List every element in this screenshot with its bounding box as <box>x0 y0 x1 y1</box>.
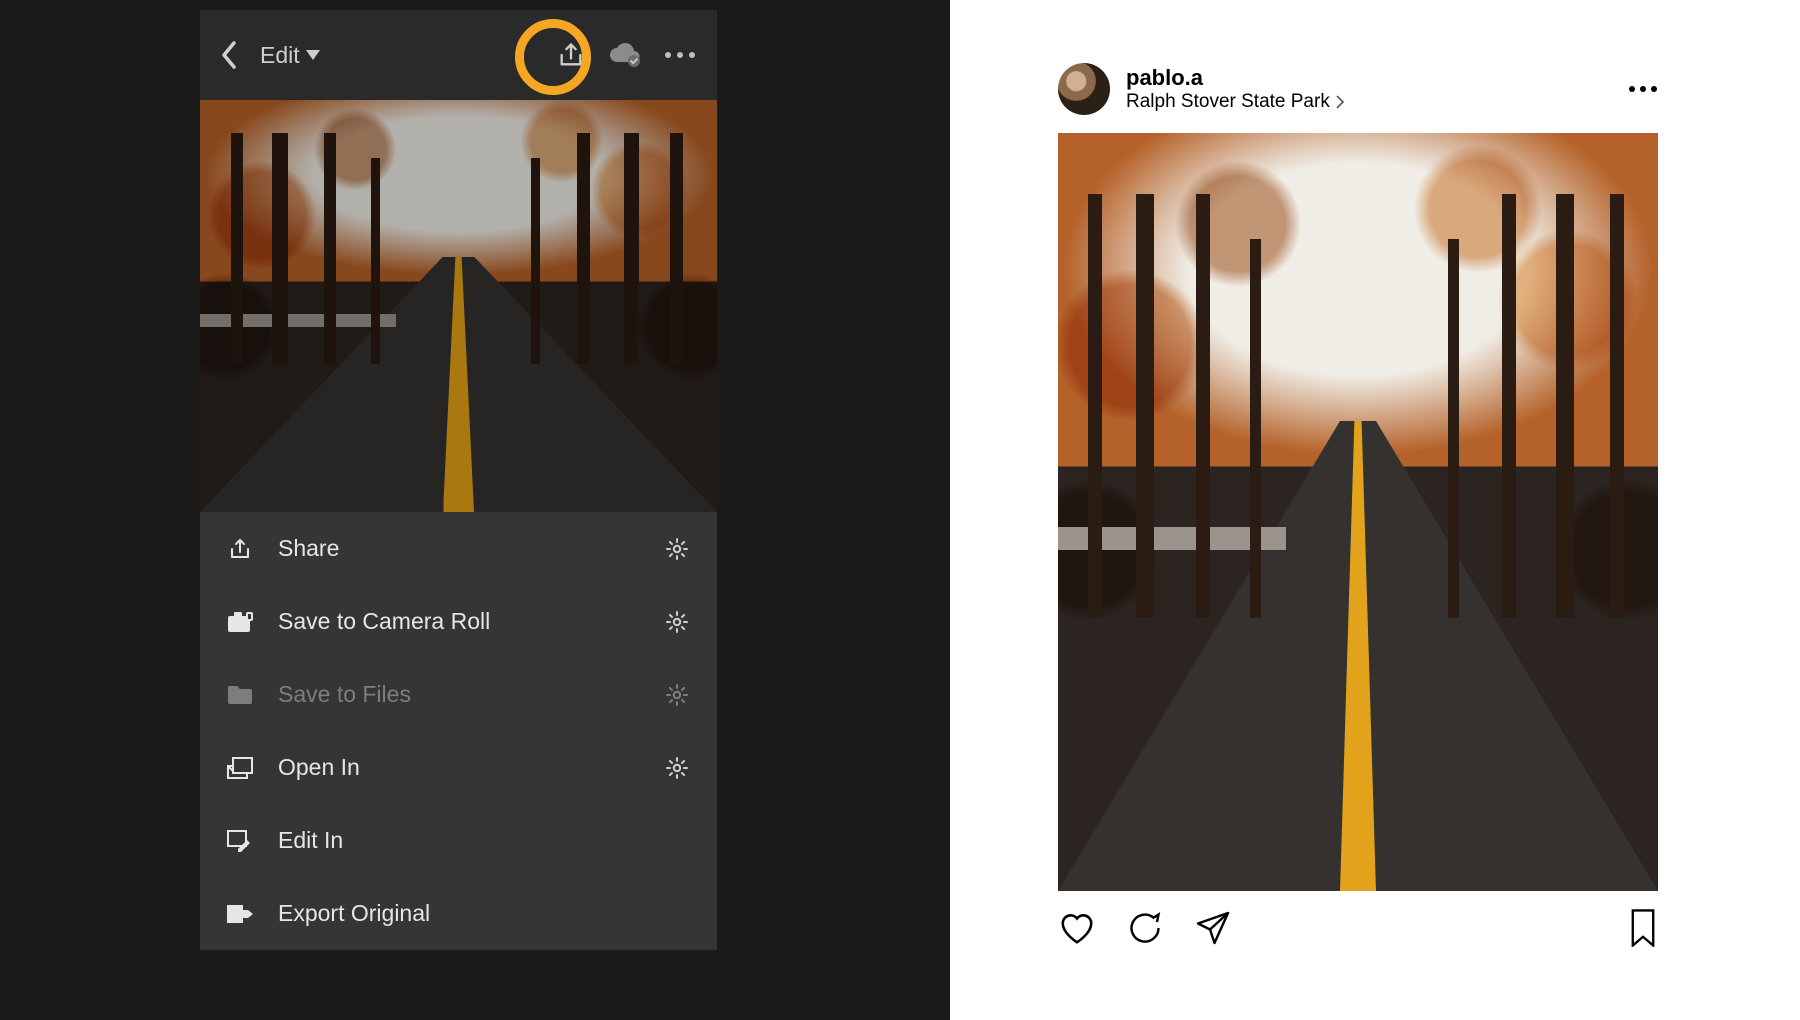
menu-item-save-camera-roll[interactable]: Save to Camera Roll <box>200 585 717 658</box>
menu-item-label: Open In <box>278 754 639 781</box>
back-button[interactable] <box>220 40 238 70</box>
share-icon <box>226 535 254 563</box>
comment-button[interactable] <box>1126 910 1164 946</box>
export-icon <box>226 900 254 928</box>
cloud-sync-icon[interactable] <box>607 43 641 67</box>
gear-icon <box>663 681 691 709</box>
post-more-button[interactable] <box>1628 85 1658 93</box>
menu-item-save-files: Save to Files <box>200 658 717 731</box>
mode-dropdown[interactable]: Edit <box>260 42 320 69</box>
menu-item-open-in[interactable]: Open In <box>200 731 717 804</box>
location[interactable]: Ralph Stover State Park <box>1126 91 1346 113</box>
menu-item-label: Share <box>278 535 639 562</box>
share-menu: Share Save to Camera Roll Save to File <box>200 512 717 950</box>
share-button[interactable] <box>557 41 585 69</box>
post-actions <box>1058 891 1658 947</box>
gear-icon[interactable] <box>663 754 691 782</box>
lightroom-panel: Edit <box>200 10 717 950</box>
like-button[interactable] <box>1058 910 1096 946</box>
send-button[interactable] <box>1194 910 1232 946</box>
right-pane: pablo.a Ralph Stover State Park <box>950 0 1800 1012</box>
post-header: pablo.a Ralph Stover State Park <box>1058 63 1658 133</box>
chevron-right-icon <box>1334 95 1346 109</box>
folder-icon <box>226 681 254 709</box>
instagram-post: pablo.a Ralph Stover State Park <box>1058 63 1658 947</box>
gear-icon[interactable] <box>663 535 691 563</box>
gear-icon[interactable] <box>663 608 691 636</box>
menu-item-label: Export Original <box>278 900 691 927</box>
username[interactable]: pablo.a <box>1126 65 1346 91</box>
menu-item-label: Save to Files <box>278 681 639 708</box>
menu-item-edit-in[interactable]: Edit In <box>200 804 717 877</box>
left-pane: Edit <box>0 0 950 1020</box>
menu-item-export-original[interactable]: Export Original <box>200 877 717 950</box>
location-label: Ralph Stover State Park <box>1126 91 1330 113</box>
bookmark-button[interactable] <box>1628 909 1658 947</box>
open-in-icon <box>226 754 254 782</box>
avatar[interactable] <box>1058 63 1110 115</box>
menu-item-share[interactable]: Share <box>200 512 717 585</box>
editor-photo[interactable] <box>200 100 717 512</box>
camera-icon <box>226 608 254 636</box>
lightroom-header: Edit <box>200 10 717 100</box>
chevron-down-icon <box>306 50 320 60</box>
menu-item-label: Save to Camera Roll <box>278 608 639 635</box>
post-photo[interactable] <box>1058 133 1658 891</box>
mode-label: Edit <box>260 42 300 69</box>
edit-in-icon <box>226 827 254 855</box>
more-button[interactable] <box>663 50 697 60</box>
menu-item-label: Edit In <box>278 827 691 854</box>
